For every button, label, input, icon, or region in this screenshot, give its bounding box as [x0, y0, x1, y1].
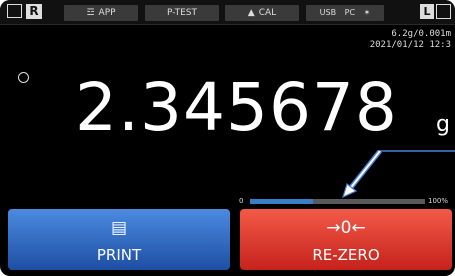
cal-button[interactable]: ▲ CAL — [225, 5, 299, 21]
usb-icon: USB — [319, 8, 337, 17]
connection-status: USB PC ✶ — [306, 5, 384, 21]
date-time: 2021/01/12 12:3 — [369, 40, 451, 50]
p-test-label: P-TEST — [166, 8, 198, 18]
stability-indicator-icon — [18, 72, 29, 83]
app-button[interactable]: ☲ APP — [64, 5, 138, 21]
capacity-bar-fill — [250, 199, 313, 204]
battery-icon — [7, 4, 22, 18]
zero-icon: →0← — [326, 218, 366, 238]
pc-icon: PC — [344, 8, 356, 17]
unit-label: g — [436, 112, 450, 137]
balance-screen: R ☲ APP P-TEST ▲ CAL USB PC ✶ L 6.2g/0.001… — [0, 0, 455, 276]
app-icon: ☲ — [86, 8, 95, 18]
cal-label: CAL — [258, 8, 277, 18]
bar-min-label: 0 — [239, 197, 244, 205]
weight-readout: 2.345678 — [75, 69, 398, 146]
annotation-arrow-icon — [342, 150, 455, 199]
level-square-icon — [436, 4, 451, 19]
re-zero-button[interactable]: →0← RE-ZERO — [240, 209, 452, 270]
weight-icon: ▲ — [247, 8, 255, 18]
bar-max-label: 100% — [428, 197, 449, 205]
capacity-info: 6.2g/0.001m — [391, 29, 451, 39]
p-test-button[interactable]: P-TEST — [145, 5, 219, 21]
re-zero-label: RE-ZERO — [312, 246, 380, 264]
print-button[interactable]: ▤ PRINT — [8, 209, 230, 270]
app-label: APP — [98, 8, 116, 18]
print-label: PRINT — [96, 246, 142, 264]
status-bar: R ☲ APP P-TEST ▲ CAL USB PC ✶ L — [0, 0, 455, 25]
r-indicator: R — [26, 4, 42, 19]
print-icon: ▤ — [110, 218, 128, 238]
capacity-bar — [250, 199, 425, 204]
level-indicator: L — [420, 4, 434, 19]
bluetooth-icon: ✶ — [363, 8, 371, 17]
